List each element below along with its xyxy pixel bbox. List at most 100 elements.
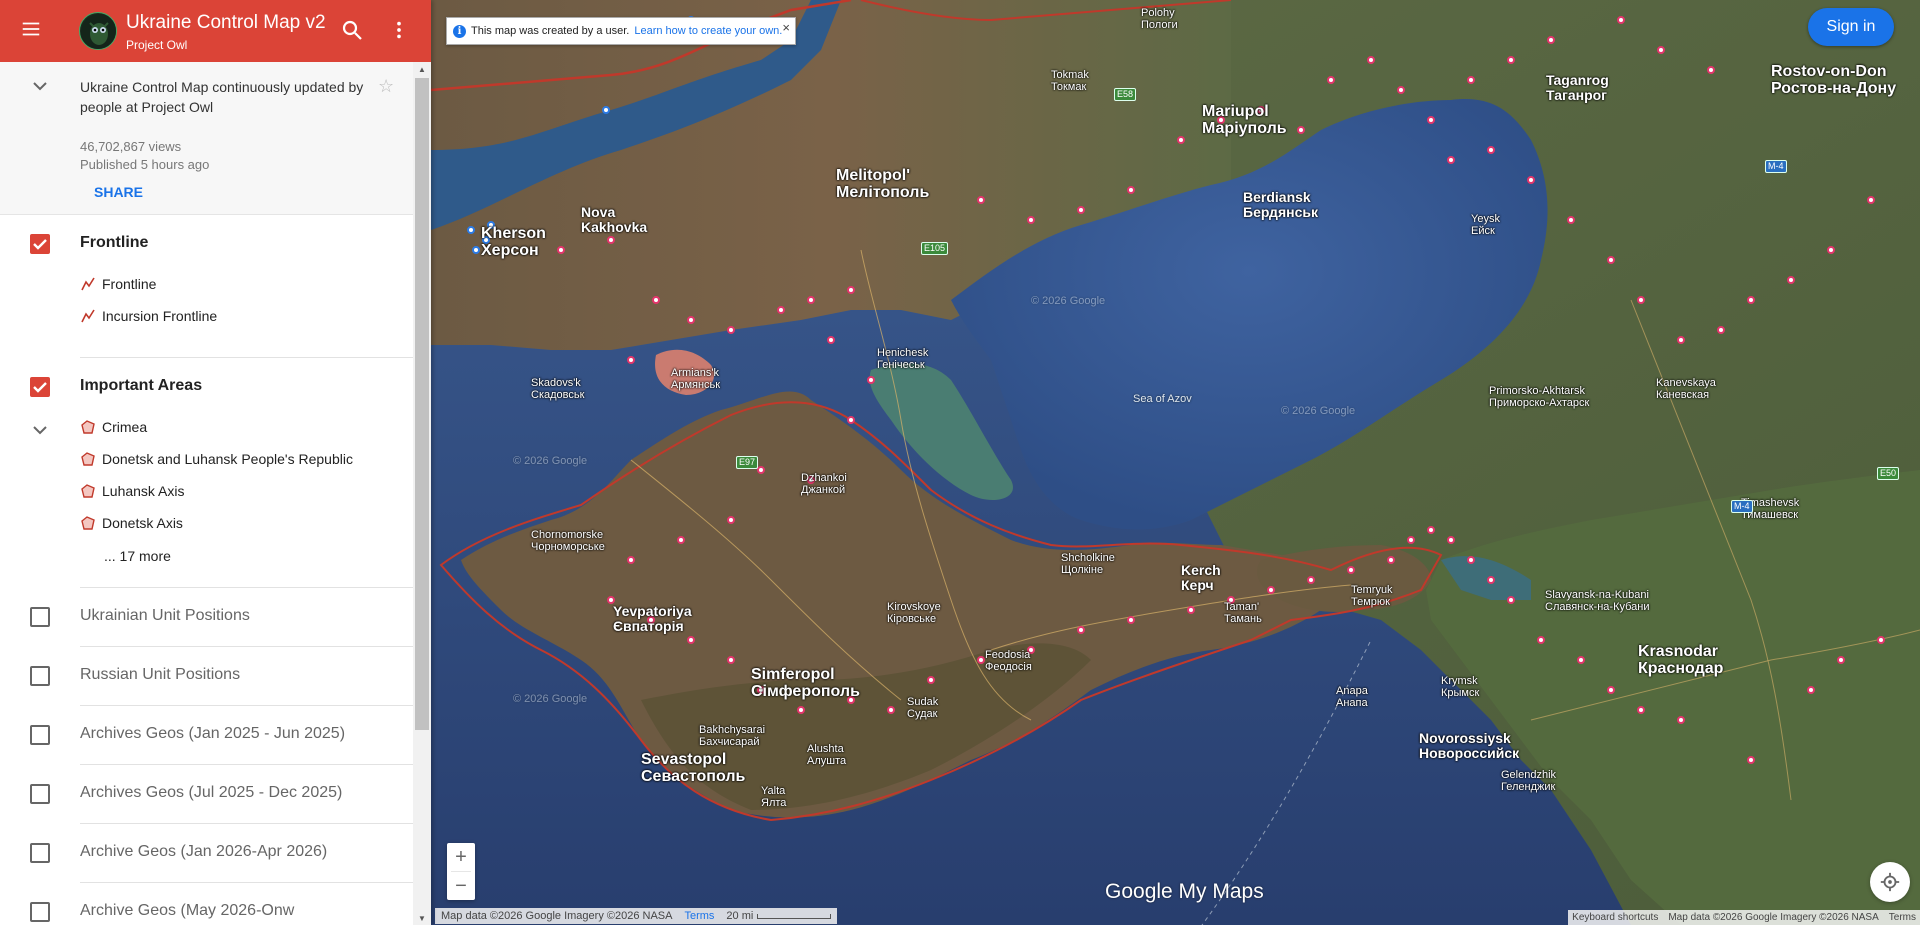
legend-item-label: Luhansk Axis [102, 483, 185, 499]
layer-name: Ukrainian Unit Positions [80, 607, 250, 624]
legend-item-frontline[interactable]: Frontline [80, 272, 156, 296]
scroll-down-icon[interactable]: ▼ [417, 914, 427, 923]
checkbox-unchecked[interactable] [30, 843, 50, 863]
terms-link[interactable]: Terms [684, 910, 714, 922]
checkbox-checked[interactable] [30, 234, 50, 254]
watermark: © 2026 Google [1031, 295, 1106, 307]
satellite-imagery [431, 0, 1920, 925]
layer-archive-may-2026[interactable]: Archive Geos (May 2026-Onw [0, 892, 413, 925]
label-novorossiysk: Novorossiysk Новороссийск [1419, 730, 1520, 761]
legend-panel[interactable]: Ukraine Control Map continuously updated… [0, 62, 413, 925]
label-simferopol: Simferopol Сімферополь [751, 666, 860, 700]
label-kanevskaya: Kanevskaya Каневская [1656, 377, 1716, 401]
zoom-in-button[interactable]: + [447, 843, 475, 871]
divider [80, 764, 413, 765]
divider [80, 882, 413, 883]
layer-name: Russian Unit Positions [80, 666, 241, 683]
label-yalta: Yalta Ялта [761, 785, 787, 809]
layer-archive-jan-apr-2026[interactable]: Archive Geos (Jan 2026-Apr 2026) [0, 833, 413, 873]
chevron-down-icon[interactable] [32, 80, 48, 92]
layer-name: Important Areas [80, 377, 203, 394]
legend-item-luhansk-axis[interactable]: Luhansk Axis [80, 479, 185, 503]
my-location-icon[interactable] [1870, 862, 1910, 902]
legend-item-incursion-frontline[interactable]: Incursion Frontline [80, 304, 217, 328]
layer-name: Archive Geos (Jan 2026-Apr 2026) [80, 843, 328, 860]
info-icon: i [453, 24, 466, 38]
divider [80, 587, 413, 588]
zoom-control: + − [447, 843, 475, 900]
more-vert-icon[interactable] [388, 18, 410, 42]
label-sudak: Sudak Судак [907, 696, 939, 720]
scrollbar-thumb[interactable] [415, 78, 429, 730]
map-canvas[interactable]: Kherson Херсон Nova Kakhovka Melitopol' … [431, 0, 1920, 925]
sidebar: Ukraine Control Map v2 Project Owl Ukrai… [0, 0, 431, 925]
label-mariupol: Mariupol Маріуполь [1202, 103, 1287, 137]
polyline-icon [81, 309, 95, 323]
checkbox-unchecked[interactable] [30, 666, 50, 686]
label-shcholkine: Shcholkine Щолкіне [1061, 552, 1115, 576]
layer-name: Frontline [80, 234, 149, 251]
layer-archive-jan-jun-2025[interactable]: Archives Geos (Jan 2025 - Jun 2025) [0, 715, 413, 755]
watermark: © 2026 Google [1281, 405, 1356, 417]
map-details: Ukraine Control Map continuously updated… [0, 62, 413, 215]
layer-archive-jul-dec-2025[interactable]: Archives Geos (Jul 2025 - Dec 2025) [0, 774, 413, 814]
road-shield: M-4 [1765, 160, 1787, 173]
crosshair-icon [1880, 872, 1900, 892]
map-description: Ukraine Control Map continuously updated… [80, 79, 364, 115]
scale-bar[interactable]: 20 mi [726, 910, 832, 922]
layer-frontline[interactable]: Frontline [0, 224, 413, 264]
legend-item-donetsk-axis[interactable]: Donetsk Axis [80, 511, 183, 535]
legend-item-label: Incursion Frontline [102, 308, 218, 324]
polyline-icon [81, 277, 95, 291]
polygon-icon [81, 516, 95, 530]
label-dzhankoi: Dzhankoi Джанкой [801, 472, 847, 496]
checkbox-checked[interactable] [30, 377, 50, 397]
checkbox-unchecked[interactable] [30, 607, 50, 627]
terms-link[interactable]: Terms [1889, 912, 1916, 923]
menu-icon[interactable] [20, 18, 42, 40]
zoom-out-button[interactable]: − [447, 872, 475, 900]
user-map-banner: i This map was created by a user. Learn … [446, 17, 796, 45]
polygon-icon [81, 452, 95, 466]
label-alushta: Alushta Алушта [807, 743, 847, 767]
show-more-link[interactable]: ... 17 more [104, 548, 171, 564]
map-attribution-left: Map data ©2026 Google Imagery ©2026 NASA… [435, 908, 838, 924]
owl-logo [79, 12, 117, 50]
search-icon[interactable] [340, 18, 364, 42]
label-temryuk: Temryuk Темрюк [1351, 584, 1393, 608]
road-shield: E58 [1114, 88, 1137, 101]
road-shield: E97 [736, 456, 759, 469]
create-map-link[interactable]: Learn how to create your own. [634, 25, 782, 37]
label-sevastopol: Sevastopol Севастополь [641, 751, 746, 785]
star-outline-icon[interactable]: ☆ [378, 76, 394, 97]
map-title: Ukraine Control Map v2 [126, 12, 326, 33]
legend-item-crimea[interactable]: Crimea [80, 415, 147, 439]
chevron-down-icon[interactable] [32, 424, 48, 436]
layer-name: Archive Geos (May 2026-Onw [80, 902, 295, 919]
label-primorsko: Primorsko-Akhtarsk Приморско-Ахтарск [1489, 385, 1590, 409]
divider [80, 646, 413, 647]
label-anapa: Anapa Анапа [1336, 685, 1368, 709]
label-tokmak: Tokmak Токмак [1051, 69, 1089, 93]
keyboard-shortcuts-link[interactable]: Keyboard shortcuts [1572, 912, 1658, 923]
share-button[interactable]: SHARE [94, 184, 143, 200]
close-icon[interactable]: × [782, 20, 790, 35]
layer-russian-units[interactable]: Russian Unit Positions [0, 656, 413, 696]
layer-important-areas[interactable]: Important Areas [0, 367, 413, 407]
checkbox-unchecked[interactable] [30, 784, 50, 804]
label-sea-of-azov: Sea of Azov [1133, 393, 1192, 405]
label-krasnodar: Krasnodar Краснодар [1638, 643, 1724, 677]
layer-ukrainian-units[interactable]: Ukrainian Unit Positions [0, 597, 413, 637]
legend-item-dlpr[interactable]: Donetsk and Luhansk People's Republic [80, 447, 353, 471]
sign-in-button[interactable]: Sign in [1808, 8, 1894, 46]
legend-item-label: Donetsk Axis [102, 515, 183, 531]
scroll-up-icon[interactable]: ▲ [417, 65, 427, 74]
checkbox-unchecked[interactable] [30, 902, 50, 922]
watermark: © 2026 Google [513, 455, 588, 467]
label-armiansk: Armians'k Армянськ [671, 367, 721, 391]
checkbox-unchecked[interactable] [30, 725, 50, 745]
sidebar-scrollbar[interactable]: ▲ ▼ [413, 62, 431, 925]
label-rostov: Rostov-on-Don Ростов-на-Дону [1771, 63, 1897, 97]
road-shield: E50 [1877, 467, 1900, 480]
map-attribution-right: Keyboard shortcuts Map data ©2026 Google… [1568, 910, 1920, 925]
